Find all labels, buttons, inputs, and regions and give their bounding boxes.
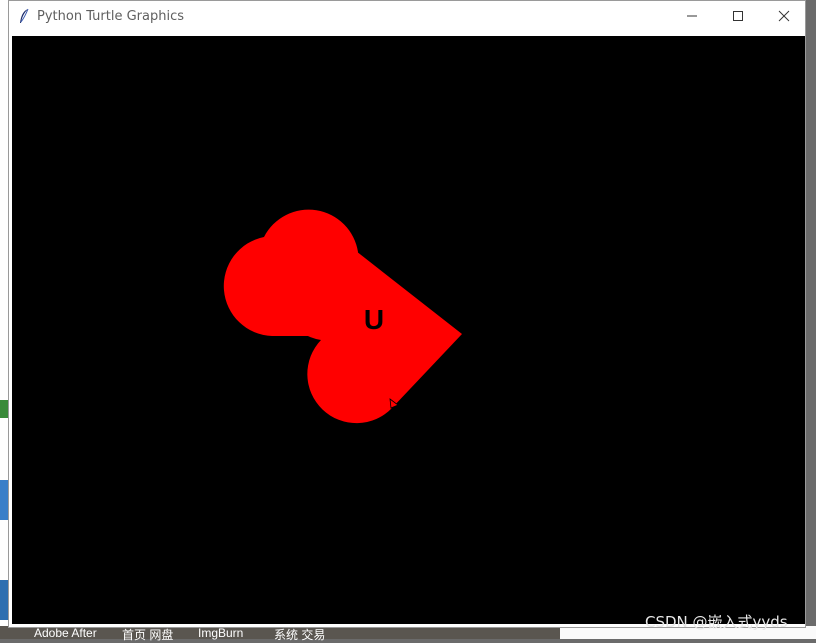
close-button[interactable] bbox=[761, 1, 807, 31]
taskbar-item[interactable]: ImgBurn bbox=[198, 626, 243, 640]
minimize-button[interactable] bbox=[669, 1, 715, 31]
maximize-button[interactable] bbox=[715, 1, 761, 31]
taskbar-item[interactable]: 系统 交易 bbox=[274, 626, 325, 643]
minimize-icon bbox=[687, 15, 697, 17]
title-bar[interactable]: Python Turtle Graphics bbox=[9, 1, 805, 33]
watermark: CSDN @嵌入式yyds bbox=[645, 613, 788, 631]
window-title: Python Turtle Graphics bbox=[37, 9, 184, 24]
maximize-icon bbox=[733, 11, 743, 21]
shape-label: U bbox=[364, 304, 384, 335]
turtle-canvas[interactable]: U bbox=[12, 36, 805, 624]
taskbar-item[interactable]: 首页 网盘 bbox=[122, 626, 173, 643]
turtle-window: Python Turtle Graphics U CSDN @嵌入式yyds bbox=[8, 0, 806, 631]
feather-icon bbox=[20, 8, 29, 23]
close-icon bbox=[778, 10, 790, 22]
taskbar-item[interactable]: Adobe After bbox=[34, 626, 97, 640]
